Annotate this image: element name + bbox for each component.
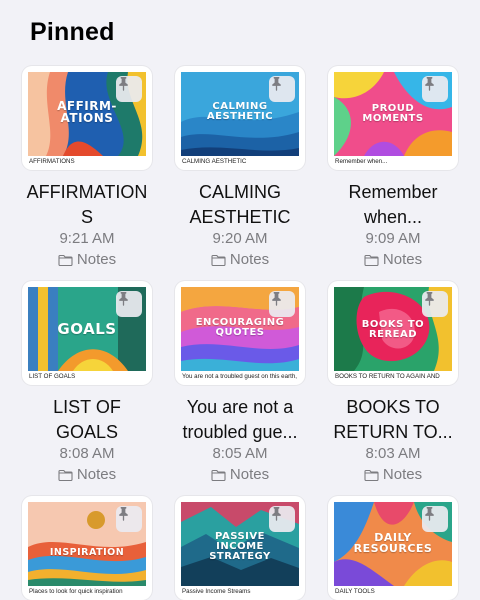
note-title: CALMING AESTHETIC [189,182,291,227]
note-title: You are not a troubled gue... [182,397,298,442]
note-title: AFFIRMATION S [26,182,148,227]
note-cover-image: INSPIRATION [28,502,146,586]
note-timestamp: 8:08 AM [59,445,115,462]
note-cover-image: PROUD MOMENTS [334,72,452,156]
note-folder: Notes [175,466,305,484]
note-timestamp: 9:21 AM [59,230,115,247]
note-timestamp: 8:03 AM [365,445,421,462]
note-folder: Notes [328,466,458,484]
folder-label: Notes [76,251,117,268]
note-preview-text: BOOKS TO RETURN TO AGAIN AND [335,373,440,380]
thumb-title: BOOKS TO REREAD [361,319,425,340]
pin-icon[interactable] [269,291,295,317]
note-preview-text: Remember when... [335,158,388,165]
note-folder: Notes [22,466,152,484]
note-preview-text: AFFIRMATIONS [29,158,75,165]
thumb-title: CALMING AESTHETIC [206,101,274,122]
pin-icon[interactable] [269,506,295,532]
note-thumbnail-card[interactable]: BOOKS TO REREAD BOOKS TO RETURN TO AGAIN… [328,281,458,385]
folder-icon [211,254,226,266]
note-thumbnail-card[interactable]: PASSIVE INCOME STRATEGY Passive Income S… [175,496,305,600]
pin-icon[interactable] [116,506,142,532]
folder-label: Notes [382,466,423,483]
note-timestamp: 9:09 AM [365,230,421,247]
note-cover-image: GOALS [28,287,146,371]
note-cover-image: AFFIRM- ATIONS [28,72,146,156]
folder-icon [58,469,73,481]
note-preview-text: You are not a troubled guest on this ear… [182,373,298,380]
thumb-title: INSPIRATION [49,547,125,558]
note-title: BOOKS TO RETURN TO... [333,397,453,442]
folder-icon [364,254,379,266]
pin-icon[interactable] [116,76,142,102]
note-title: Remember when... [348,182,438,227]
note-thumbnail-card[interactable]: DAILY RESOURCES DAILY TOOLS [328,496,458,600]
note-preview-text: Places to look for quick inspiration [29,588,123,595]
pin-icon[interactable] [269,76,295,102]
folder-label: Notes [76,466,117,483]
note-timestamp: 8:05 AM [212,445,268,462]
thumb-title: GOALS [57,320,117,338]
note-preview-text: CALMING AESTHETIC [182,158,247,165]
folder-label: Notes [229,251,270,268]
note-thumbnail-card[interactable]: ENCOURAGING QUOTES You are not a trouble… [175,281,305,385]
thumb-title: AFFIRM- ATIONS [57,99,117,125]
note-thumbnail-card[interactable]: INSPIRATION Places to look for quick ins… [22,496,152,600]
note-thumbnail-card[interactable]: CALMING AESTHETIC CALMING AESTHETIC [175,66,305,170]
note-timestamp: 9:20 AM [212,230,268,247]
note-thumbnail-card[interactable]: PROUD MOMENTS Remember when... [328,66,458,170]
note-preview-text: LIST OF GOALS [29,373,76,380]
thumb-title: ENCOURAGING QUOTES [195,317,285,338]
note-folder: Notes [328,251,458,269]
pin-icon[interactable] [422,291,448,317]
folder-label: Notes [229,466,270,483]
note-cover-image: BOOKS TO REREAD [334,287,452,371]
page-title: Pinned [30,18,115,46]
note-thumbnail-card[interactable]: AFFIRM- ATIONS AFFIRMATIONS [22,66,152,170]
note-cover-image: PASSIVE INCOME STRATEGY [181,502,299,586]
note-cover-image: ENCOURAGING QUOTES [181,287,299,371]
thumb-title: PASSIVE INCOME STRATEGY [209,531,271,562]
note-thumbnail-card[interactable]: GOALS LIST OF GOALS [22,281,152,385]
note-title: LIST OF GOALS [53,397,121,442]
folder-icon [211,469,226,481]
note-preview-text: DAILY TOOLS [335,588,375,595]
thumb-title: DAILY RESOURCES [353,531,433,555]
pin-icon[interactable] [422,506,448,532]
note-cover-image: CALMING AESTHETIC [181,72,299,156]
note-cover-image: DAILY RESOURCES [334,502,452,586]
note-preview-text: Passive Income Streams [182,588,251,595]
thumb-title: PROUD MOMENTS [362,103,424,124]
note-folder: Notes [22,251,152,269]
pin-icon[interactable] [422,76,448,102]
folder-icon [58,254,73,266]
note-folder: Notes [175,251,305,269]
pin-icon[interactable] [116,291,142,317]
folder-icon [364,469,379,481]
folder-label: Notes [382,251,423,268]
